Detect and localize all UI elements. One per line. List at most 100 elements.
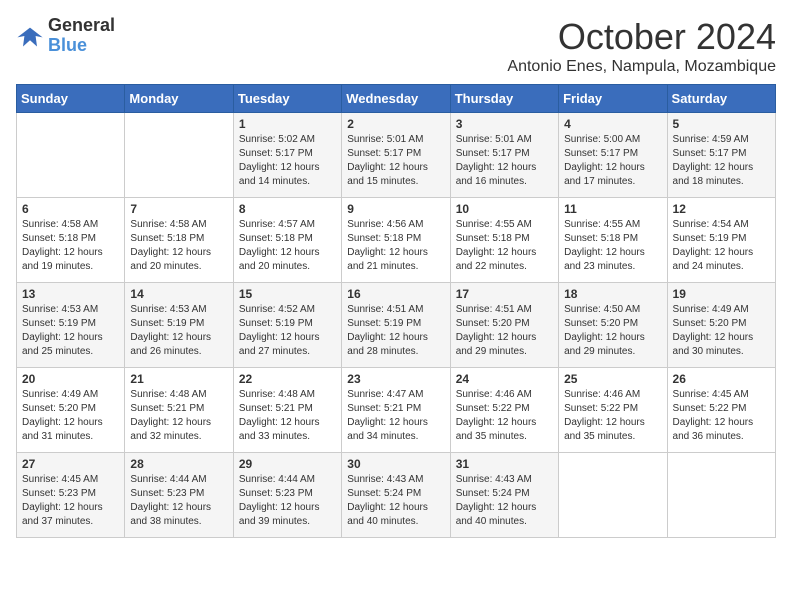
- calendar-cell: 19 Sunrise: 4:49 AM Sunset: 5:20 PM Dayli…: [667, 283, 775, 368]
- calendar-cell: 11 Sunrise: 4:55 AM Sunset: 5:18 PM Dayli…: [559, 198, 667, 283]
- calendar-cell: [125, 113, 233, 198]
- calendar-cell: 26 Sunrise: 4:45 AM Sunset: 5:22 PM Dayli…: [667, 368, 775, 453]
- day-info: Sunrise: 4:51 AM Sunset: 5:20 PM Dayligh…: [456, 303, 553, 359]
- day-header-saturday: Saturday: [667, 85, 775, 113]
- day-number: 10: [456, 202, 553, 216]
- day-number: 31: [456, 457, 553, 471]
- calendar-week-row: 13Sunrise: 4:53 AM Sunset: 5:19 PM Dayli…: [17, 283, 776, 368]
- calendar-cell: 30 Sunrise: 4:43 AM Sunset: 5:24 PM Dayli…: [342, 453, 450, 538]
- day-number: 7: [130, 202, 227, 216]
- day-number: 15: [239, 287, 336, 301]
- day-number: 29: [239, 457, 336, 471]
- day-number: 17: [456, 287, 553, 301]
- calendar-cell: 2 Sunrise: 5:01 AM Sunset: 5:17 PM Daylig…: [342, 113, 450, 198]
- calendar-cell: 31 Sunrise: 4:43 AM Sunset: 5:24 PM Dayli…: [450, 453, 558, 538]
- day-info: Sunrise: 4:53 AM Sunset: 5:19 PM Dayligh…: [130, 303, 227, 359]
- calendar-cell: 5 Sunrise: 4:59 AM Sunset: 5:17 PM Daylig…: [667, 113, 775, 198]
- day-number: 25: [564, 372, 661, 386]
- day-number: 18: [564, 287, 661, 301]
- calendar-cell: 28 Sunrise: 4:44 AM Sunset: 5:23 PM Dayli…: [125, 453, 233, 538]
- calendar-cell: [559, 453, 667, 538]
- day-number: 8: [239, 202, 336, 216]
- calendar-cell: 8 Sunrise: 4:57 AM Sunset: 5:18 PM Daylig…: [233, 198, 341, 283]
- day-info: Sunrise: 4:43 AM Sunset: 5:24 PM Dayligh…: [456, 473, 553, 529]
- day-info: Sunrise: 4:46 AM Sunset: 5:22 PM Dayligh…: [564, 388, 661, 444]
- day-number: 26: [673, 372, 770, 386]
- day-info: Sunrise: 4:51 AM Sunset: 5:19 PM Dayligh…: [347, 303, 444, 359]
- day-info: Sunrise: 4:47 AM Sunset: 5:21 PM Dayligh…: [347, 388, 444, 444]
- day-info: Sunrise: 4:43 AM Sunset: 5:24 PM Dayligh…: [347, 473, 444, 529]
- day-number: 22: [239, 372, 336, 386]
- day-info: Sunrise: 5:00 AM Sunset: 5:17 PM Dayligh…: [564, 133, 661, 189]
- day-info: Sunrise: 4:58 AM Sunset: 5:18 PM Dayligh…: [22, 218, 119, 274]
- day-info: Sunrise: 4:44 AM Sunset: 5:23 PM Dayligh…: [130, 473, 227, 529]
- day-info: Sunrise: 4:53 AM Sunset: 5:19 PM Dayligh…: [22, 303, 119, 359]
- day-number: 23: [347, 372, 444, 386]
- calendar-cell: 15 Sunrise: 4:52 AM Sunset: 5:19 PM Dayli…: [233, 283, 341, 368]
- calendar-cell: [17, 113, 125, 198]
- calendar-week-row: 20Sunrise: 4:49 AM Sunset: 5:20 PM Dayli…: [17, 368, 776, 453]
- calendar-week-row: 1Sunrise: 5:02 AM Sunset: 5:17 PM Daylig…: [17, 113, 776, 198]
- day-number: 12: [673, 202, 770, 216]
- day-number: 28: [130, 457, 227, 471]
- calendar-cell: 13Sunrise: 4:53 AM Sunset: 5:19 PM Dayli…: [17, 283, 125, 368]
- day-info: Sunrise: 4:59 AM Sunset: 5:17 PM Dayligh…: [673, 133, 770, 189]
- day-number: 30: [347, 457, 444, 471]
- calendar-cell: 12 Sunrise: 4:54 AM Sunset: 5:19 PM Dayli…: [667, 198, 775, 283]
- calendar-cell: 9Sunrise: 4:56 AM Sunset: 5:18 PM Daylig…: [342, 198, 450, 283]
- day-info: Sunrise: 4:52 AM Sunset: 5:19 PM Dayligh…: [239, 303, 336, 359]
- calendar-table: SundayMondayTuesdayWednesdayThursdayFrid…: [16, 84, 776, 538]
- day-info: Sunrise: 4:57 AM Sunset: 5:18 PM Dayligh…: [239, 218, 336, 274]
- calendar-cell: 27Sunrise: 4:45 AM Sunset: 5:23 PM Dayli…: [17, 453, 125, 538]
- day-number: 11: [564, 202, 661, 216]
- day-header-tuesday: Tuesday: [233, 85, 341, 113]
- day-info: Sunrise: 4:45 AM Sunset: 5:22 PM Dayligh…: [673, 388, 770, 444]
- calendar-cell: 18 Sunrise: 4:50 AM Sunset: 5:20 PM Dayli…: [559, 283, 667, 368]
- day-info: Sunrise: 5:01 AM Sunset: 5:17 PM Dayligh…: [456, 133, 553, 189]
- page-header: General Blue October 2024 Antonio Enes, …: [16, 16, 776, 76]
- logo-line2: Blue: [48, 36, 115, 56]
- calendar-cell: 14 Sunrise: 4:53 AM Sunset: 5:19 PM Dayli…: [125, 283, 233, 368]
- day-info: Sunrise: 5:01 AM Sunset: 5:17 PM Dayligh…: [347, 133, 444, 189]
- day-info: Sunrise: 4:48 AM Sunset: 5:21 PM Dayligh…: [130, 388, 227, 444]
- calendar-week-row: 6 Sunrise: 4:58 AM Sunset: 5:18 PM Daylig…: [17, 198, 776, 283]
- day-header-wednesday: Wednesday: [342, 85, 450, 113]
- calendar-week-row: 27Sunrise: 4:45 AM Sunset: 5:23 PM Dayli…: [17, 453, 776, 538]
- calendar-cell: [667, 453, 775, 538]
- day-header-friday: Friday: [559, 85, 667, 113]
- logo-bird-icon: [16, 22, 44, 50]
- location-title: Antonio Enes, Nampula, Mozambique: [507, 58, 776, 76]
- day-info: Sunrise: 4:58 AM Sunset: 5:18 PM Dayligh…: [130, 218, 227, 274]
- calendar-cell: 16 Sunrise: 4:51 AM Sunset: 5:19 PM Dayli…: [342, 283, 450, 368]
- day-number: 14: [130, 287, 227, 301]
- day-number: 21: [130, 372, 227, 386]
- day-number: 2: [347, 117, 444, 131]
- day-info: Sunrise: 4:49 AM Sunset: 5:20 PM Dayligh…: [673, 303, 770, 359]
- calendar-cell: 4 Sunrise: 5:00 AM Sunset: 5:17 PM Daylig…: [559, 113, 667, 198]
- calendar-cell: 6 Sunrise: 4:58 AM Sunset: 5:18 PM Daylig…: [17, 198, 125, 283]
- day-info: Sunrise: 4:55 AM Sunset: 5:18 PM Dayligh…: [564, 218, 661, 274]
- calendar-cell: 29Sunrise: 4:44 AM Sunset: 5:23 PM Dayli…: [233, 453, 341, 538]
- day-header-thursday: Thursday: [450, 85, 558, 113]
- calendar-cell: 20Sunrise: 4:49 AM Sunset: 5:20 PM Dayli…: [17, 368, 125, 453]
- day-info: Sunrise: 4:46 AM Sunset: 5:22 PM Dayligh…: [456, 388, 553, 444]
- day-number: 9: [347, 202, 444, 216]
- day-info: Sunrise: 4:54 AM Sunset: 5:19 PM Dayligh…: [673, 218, 770, 274]
- day-number: 5: [673, 117, 770, 131]
- day-number: 19: [673, 287, 770, 301]
- day-info: Sunrise: 4:49 AM Sunset: 5:20 PM Dayligh…: [22, 388, 119, 444]
- day-info: Sunrise: 4:55 AM Sunset: 5:18 PM Dayligh…: [456, 218, 553, 274]
- day-info: Sunrise: 4:48 AM Sunset: 5:21 PM Dayligh…: [239, 388, 336, 444]
- calendar-cell: 10 Sunrise: 4:55 AM Sunset: 5:18 PM Dayli…: [450, 198, 558, 283]
- calendar-cell: 23 Sunrise: 4:47 AM Sunset: 5:21 PM Dayli…: [342, 368, 450, 453]
- day-number: 4: [564, 117, 661, 131]
- calendar-cell: 24Sunrise: 4:46 AM Sunset: 5:22 PM Dayli…: [450, 368, 558, 453]
- day-number: 6: [22, 202, 119, 216]
- day-number: 1: [239, 117, 336, 131]
- calendar-cell: 3 Sunrise: 5:01 AM Sunset: 5:17 PM Daylig…: [450, 113, 558, 198]
- day-number: 16: [347, 287, 444, 301]
- day-number: 27: [22, 457, 119, 471]
- day-number: 3: [456, 117, 553, 131]
- day-info: Sunrise: 4:50 AM Sunset: 5:20 PM Dayligh…: [564, 303, 661, 359]
- logo-line1: General: [48, 16, 115, 36]
